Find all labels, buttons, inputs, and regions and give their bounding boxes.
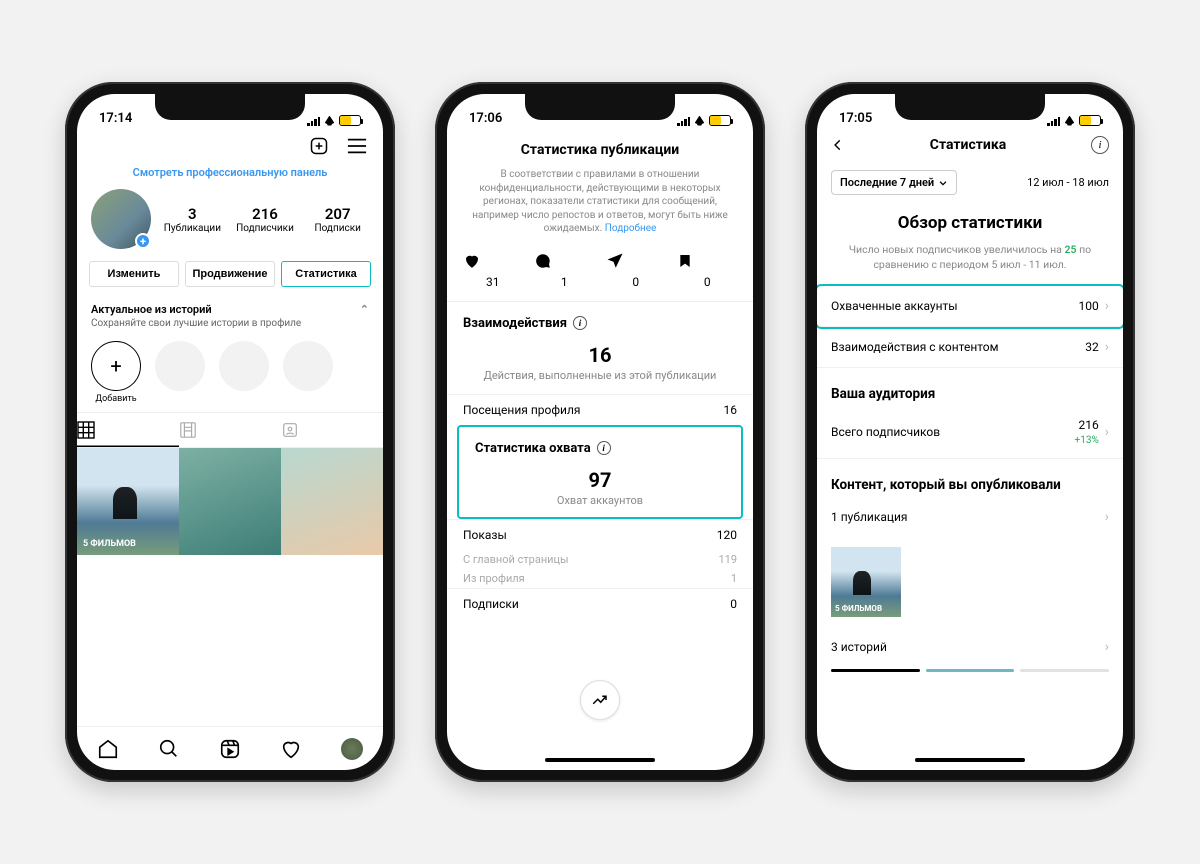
signal-icon	[677, 116, 690, 126]
reach-title: Статистика охвата	[475, 441, 591, 456]
row-stories-count[interactable]: 3 историй ›	[817, 627, 1123, 667]
highlights-title: Актуальное из историй	[91, 303, 212, 316]
info-icon[interactable]: i	[597, 441, 611, 455]
signal-icon	[307, 116, 320, 126]
metric-comments: 1	[534, 252, 594, 289]
post-thumbnail[interactable]	[281, 448, 383, 555]
stories-bars	[817, 667, 1123, 682]
battery-icon	[1079, 115, 1101, 126]
status-time: 17:05	[839, 111, 872, 126]
chevron-right-icon: ›	[1105, 339, 1109, 355]
highlight-placeholder	[283, 341, 333, 391]
row-imp-home: С главной страницы 119	[447, 550, 753, 569]
post-thumbnail[interactable]: 5 ФИЛЬМОВ	[77, 448, 179, 555]
row-follows: Подписки 0	[447, 588, 753, 619]
chevron-right-icon: ›	[1105, 639, 1109, 655]
profile-avatar[interactable]: +	[91, 189, 151, 249]
view-tab-guides[interactable]	[179, 413, 281, 447]
tab-promo[interactable]: Продвижение	[185, 261, 275, 287]
chevron-right-icon: ›	[1105, 424, 1109, 440]
view-tab-grid[interactable]	[77, 413, 179, 447]
chevron-left-icon	[831, 138, 845, 152]
page-title: Статистика	[930, 137, 1006, 153]
home-indicator	[915, 758, 1025, 762]
overview-subtitle: Число новых подписчиков увеличилось на 2…	[817, 243, 1123, 286]
status-time: 17:14	[99, 111, 132, 126]
reach-sub: Охват аккаунтов	[459, 494, 741, 507]
tab-stats[interactable]: Статистика	[281, 261, 371, 287]
hamburger-menu-icon[interactable]	[345, 134, 369, 158]
interactions-sub: Действия, выполненные из этой публикации	[447, 369, 753, 382]
share-icon	[606, 252, 624, 270]
chevron-up-icon[interactable]: ⌃	[360, 303, 369, 316]
row-total-followers[interactable]: Всего подписчиков 216 +13% ›	[817, 406, 1123, 459]
row-posts-count[interactable]: 1 публикация ›	[817, 497, 1123, 537]
audience-title: Ваша аудитория	[817, 368, 1123, 406]
wifi-icon	[693, 116, 706, 126]
highlight-add[interactable]: + Добавить	[91, 341, 141, 404]
create-post-icon[interactable]	[307, 134, 331, 158]
battery-icon	[339, 115, 361, 126]
row-reached-accounts[interactable]: Охваченные аккаунты 100›	[817, 286, 1123, 327]
status-time: 17:06	[469, 111, 502, 126]
info-icon[interactable]: i	[573, 316, 587, 330]
phone-profile: 17:14 Смотреть профессиональную панель +	[65, 82, 395, 782]
phone-notch	[895, 94, 1045, 120]
row-profile-visits: Посещения профиля 16	[447, 394, 753, 425]
period-dropdown[interactable]: Последние 7 дней	[831, 170, 957, 195]
chevron-right-icon: ›	[1105, 509, 1109, 525]
interactions-value: 16	[447, 343, 753, 367]
phone-notch	[155, 94, 305, 120]
heart-icon	[463, 252, 481, 270]
page-title: Статистика публикации	[447, 128, 753, 168]
row-imp-profile: Из профиля 1	[447, 569, 753, 588]
nav-home-icon[interactable]	[97, 738, 119, 760]
reach-value: 97	[459, 468, 741, 492]
overview-heading: Обзор статистики	[817, 207, 1123, 243]
reach-highlight-box: Статистика охвата i 97 Охват аккаунтов	[457, 425, 743, 519]
battery-icon	[709, 115, 731, 126]
stat-followers[interactable]: 216 Подписчики	[234, 205, 297, 234]
stat-posts[interactable]: 3 Публикации	[161, 205, 224, 234]
pro-dashboard-link[interactable]: Смотреть профессиональную панель	[77, 164, 383, 189]
privacy-notice: В соответствии с правилами в отношении к…	[447, 168, 753, 248]
home-indicator	[545, 758, 655, 762]
row-impressions: Показы 120	[447, 519, 753, 550]
trend-fab[interactable]	[580, 680, 620, 720]
info-icon[interactable]: i	[1091, 136, 1109, 154]
highlights-subtitle: Сохраняйте свои лучшие истории в профиле	[77, 318, 383, 337]
phone-notch	[525, 94, 675, 120]
nav-activity-icon[interactable]	[280, 738, 302, 760]
metric-shares: 0	[606, 252, 666, 289]
row-content-interactions[interactable]: Взаимодействия с контентом 32›	[817, 327, 1123, 368]
learn-more-link[interactable]: Подробнее	[605, 223, 657, 234]
wifi-icon	[323, 116, 336, 126]
back-button[interactable]	[831, 138, 845, 152]
bookmark-icon	[677, 252, 693, 270]
stat-following[interactable]: 207 Подписки	[306, 205, 369, 234]
highlight-placeholder	[155, 341, 205, 391]
comment-icon	[534, 252, 552, 270]
interactions-title: Взаимодействия	[463, 316, 567, 331]
tab-edit[interactable]: Изменить	[89, 261, 179, 287]
content-title: Контент, который вы опубликовали	[817, 459, 1123, 497]
chevron-down-icon	[938, 178, 948, 188]
post-thumbnail[interactable]	[179, 448, 281, 555]
nav-search-icon[interactable]	[158, 738, 180, 760]
phone-stats-overview: 17:05 Статистика i Последние 7 дней	[805, 82, 1135, 782]
nav-reels-icon[interactable]	[219, 738, 241, 760]
wifi-icon	[1063, 116, 1076, 126]
signal-icon	[1047, 116, 1060, 126]
view-tab-tagged[interactable]	[281, 413, 383, 447]
metric-likes: 31	[463, 252, 523, 289]
add-story-badge[interactable]: +	[135, 233, 151, 249]
metric-saves: 0	[677, 252, 737, 289]
content-thumbnail[interactable]: 5 ФИЛЬМОВ	[831, 547, 901, 617]
date-range: 12 июл - 18 июл	[1027, 176, 1109, 189]
phone-post-stats: 17:06 Статистика публикации В соответств…	[435, 82, 765, 782]
nav-profile-icon[interactable]	[341, 738, 363, 760]
chevron-right-icon: ›	[1105, 298, 1109, 314]
highlight-placeholder	[219, 341, 269, 391]
trend-icon	[591, 691, 609, 709]
